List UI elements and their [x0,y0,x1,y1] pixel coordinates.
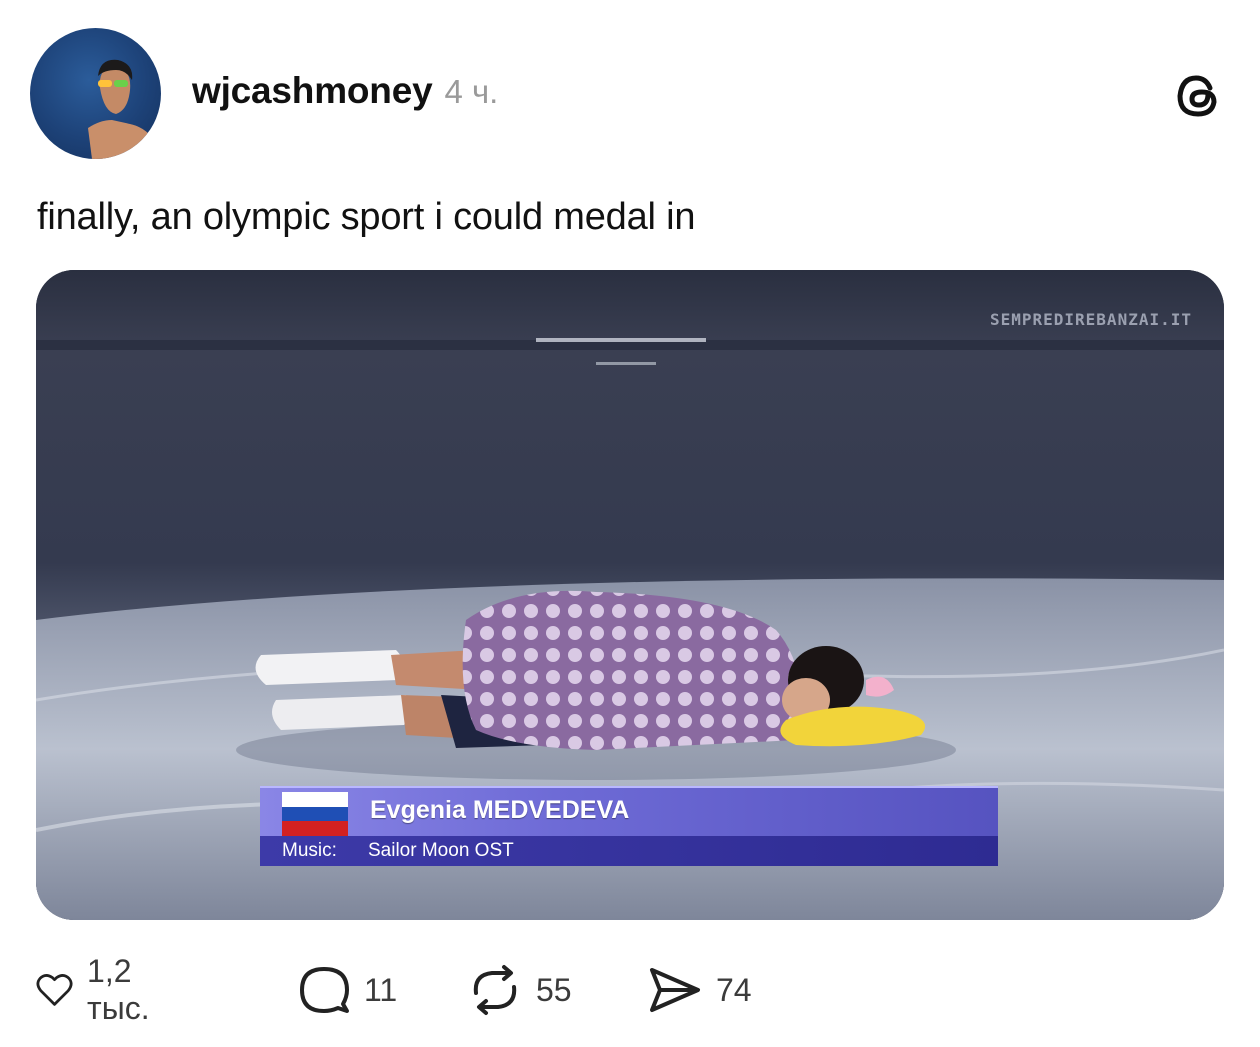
threads-logo-icon[interactable] [1170,68,1226,124]
broadcast-lower-third: Evgenia MEDVEDEVA Music: Sailor Moon OST [260,786,998,866]
music-value: Sailor Moon OST [368,840,514,861]
reply-button[interactable]: 11 [298,962,397,1018]
share-button[interactable]: 74 [648,962,752,1018]
heart-icon [36,974,73,1006]
music-label: Music: [282,840,337,861]
repost-count: 55 [536,971,572,1008]
watermark: SEMPREDIREBANZAI.IT [989,310,1192,329]
athlete-bar: Evgenia MEDVEDEVA [260,786,998,836]
avatar-image [88,59,161,159]
athlete-name: Evgenia MEDVEDEVA [370,796,630,824]
share-count: 74 [716,971,752,1008]
username[interactable]: wjcashmoney [192,70,433,112]
comment-icon [300,967,349,1013]
post-text: finally, an olympic sport i could medal … [37,196,696,238]
repost-icon [473,965,517,1015]
russia-flag-icon [282,792,348,836]
post-time: 4 ч. [444,73,499,110]
avatar[interactable] [30,28,161,159]
post-image[interactable]: SEMPREDIREBANZAI.IT Evgenia MEDVEDEVA Mu… [36,270,1224,920]
repost-button[interactable]: 55 [468,962,572,1018]
music-bar: Music: Sailor Moon OST [260,836,998,866]
like-button[interactable]: 1,2 тыс. [36,953,167,1026]
send-icon [650,968,700,1012]
reply-count: 11 [364,971,398,1008]
like-count: 1,2 тыс. [87,953,150,1026]
post-header: wjcashmoney 4 ч. [192,70,498,112]
